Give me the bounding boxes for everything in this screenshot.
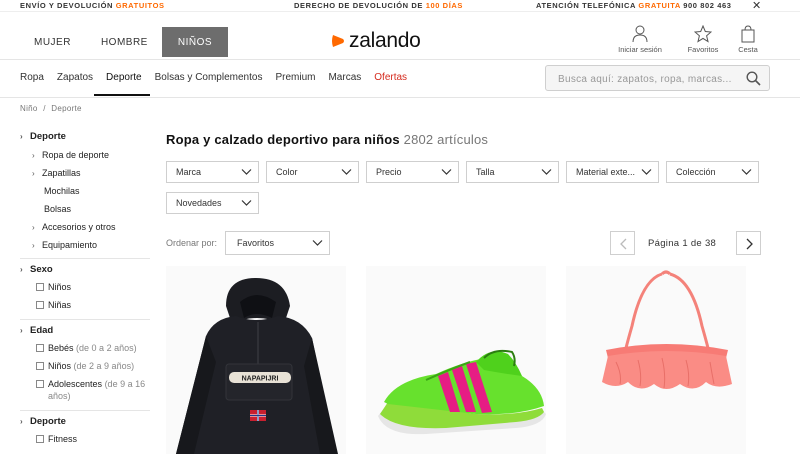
breadcrumb-item-nino[interactable]: Niño <box>20 104 38 113</box>
search-box <box>545 65 770 91</box>
cart-label: Cesta <box>738 45 758 54</box>
breadcrumb: Niño / Deporte <box>20 104 82 113</box>
login-button[interactable]: Iniciar sesión <box>610 25 670 54</box>
nav-item-marcas[interactable]: Marcas <box>328 72 361 83</box>
nav-item-bolsas[interactable]: Bolsas y Complementos <box>155 72 263 83</box>
breadcrumb-separator: / <box>43 104 46 113</box>
filter-novedades[interactable]: Novedades <box>166 192 259 214</box>
checkbox[interactable] <box>36 362 44 370</box>
chevron-down-icon <box>441 169 452 175</box>
page-title: Ropa y calzado deportivo para niños 2802… <box>166 132 489 147</box>
product-card-jacket[interactable]: NAPAPIJRI <box>166 266 346 454</box>
favorites-label: Favoritos <box>687 45 719 54</box>
chevron-down-icon <box>241 200 252 206</box>
search-icon[interactable] <box>746 71 761 86</box>
tab-hombre[interactable]: HOMBRE <box>89 27 160 57</box>
bikini-top-image <box>566 266 746 454</box>
sidebar-checkbox-ninos-edad[interactable]: Niños (de 2 a 9 años) <box>36 361 134 371</box>
prev-page-button[interactable] <box>610 231 635 255</box>
chevron-down-icon <box>341 169 352 175</box>
filter-precio[interactable]: Precio <box>366 161 459 183</box>
sidebar-item-mochilas[interactable]: Mochilas <box>44 186 80 196</box>
promo-returns: DERECHO DE DEVOLUCIÓN DE 100 DÍAS <box>294 1 464 10</box>
sidebar-age-range-cont: años) <box>48 391 71 401</box>
sort-label: Ordenar por: <box>166 238 218 248</box>
star-icon <box>694 25 712 43</box>
nav-item-deporte[interactable]: Deporte <box>94 72 150 96</box>
sidebar-item-accesorios[interactable]: › Accesorios y otros <box>32 222 116 232</box>
checkbox[interactable] <box>36 301 44 309</box>
checkbox[interactable] <box>36 435 44 443</box>
zalando-logo[interactable]: zalando <box>330 29 421 53</box>
promo-phone: ATENCIÓN TELEFÓNICA GRATUITA 900 802 463 <box>536 1 732 10</box>
nav-item-zapatos[interactable]: Zapatos <box>57 72 93 83</box>
chevron-down-icon <box>241 169 252 175</box>
nav-item-ofertas[interactable]: Ofertas <box>374 72 407 83</box>
product-card-bikini-top[interactable] <box>566 266 746 454</box>
tab-ninos[interactable]: NIÑOS <box>161 27 229 57</box>
logo-wordmark: zalando <box>349 29 421 52</box>
logo-icon <box>332 35 344 47</box>
sidebar-divider <box>20 410 150 411</box>
chevron-down-icon <box>541 169 552 175</box>
filter-color[interactable]: Color <box>266 161 359 183</box>
filter-coleccion[interactable]: Colección <box>666 161 759 183</box>
chevron-down-icon <box>741 169 752 175</box>
sidebar-item-zapatillas[interactable]: › Zapatillas <box>32 168 81 178</box>
breadcrumb-item-deporte[interactable]: Deporte <box>51 104 82 113</box>
gender-tabs: MUJER HOMBRE NIÑOS <box>22 27 229 57</box>
sidebar-checkbox-adolescentes[interactable]: Adolescentes (de 9 a 16 <box>36 379 145 389</box>
cart-button[interactable]: Cesta <box>718 25 778 54</box>
header-divider <box>0 59 800 60</box>
page-indicator: Página 1 de 38 <box>648 238 717 249</box>
filter-marca[interactable]: Marca <box>166 161 259 183</box>
jacket-image: NAPAPIJRI <box>166 266 346 454</box>
sidebar-group-deporte-2[interactable]: › Deporte <box>20 416 66 427</box>
checkbox[interactable] <box>36 283 44 291</box>
category-nav: Ropa Zapatos Deporte Bolsas y Complement… <box>20 72 420 96</box>
sidebar-divider <box>20 258 150 259</box>
filter-talla[interactable]: Talla <box>466 161 559 183</box>
sidebar-divider <box>20 319 150 320</box>
bag-icon <box>741 25 755 43</box>
checkbox[interactable] <box>36 344 44 352</box>
sidebar-item-ropa-deporte[interactable]: › Ropa de deporte <box>32 150 109 160</box>
chevron-down-icon <box>312 240 323 246</box>
sidebar-item-equipamiento[interactable]: › Equipamiento <box>32 240 97 250</box>
product-card-football-shoe[interactable] <box>366 266 546 454</box>
nav-divider <box>0 97 800 98</box>
filter-material[interactable]: Material exte... <box>566 161 659 183</box>
tab-mujer[interactable]: MUJER <box>22 27 83 57</box>
chevron-down-icon <box>641 169 652 175</box>
next-page-button[interactable] <box>736 231 761 255</box>
nav-item-ropa[interactable]: Ropa <box>20 72 44 83</box>
chevron-left-icon <box>620 238 627 250</box>
promo-bar: ENVÍO Y DEVOLUCIÓN GRATUITOS DERECHO DE … <box>0 0 800 12</box>
nav-item-premium[interactable]: Premium <box>275 72 315 83</box>
article-count: 2802 artículos <box>403 132 489 147</box>
sidebar-group-deporte[interactable]: › Deporte <box>20 131 66 142</box>
chevron-right-icon <box>746 238 753 250</box>
checkbox[interactable] <box>36 380 44 388</box>
sort-select[interactable]: Favoritos <box>225 231 330 255</box>
login-label: Iniciar sesión <box>618 45 662 54</box>
sidebar-group-edad[interactable]: › Edad <box>20 325 53 336</box>
search-input[interactable] <box>558 71 743 87</box>
sidebar-checkbox-fitness[interactable]: Fitness <box>36 434 77 444</box>
close-icon[interactable]: ✕ <box>752 0 762 12</box>
user-icon <box>632 25 648 43</box>
sidebar-checkbox-bebes[interactable]: Bebés (de 0 a 2 años) <box>36 343 137 353</box>
jacket-brand-patch: NAPAPIJRI <box>242 376 279 383</box>
promo-shipping: ENVÍO Y DEVOLUCIÓN GRATUITOS <box>20 1 165 10</box>
sidebar-checkbox-ninos[interactable]: Niños <box>36 282 71 292</box>
sidebar-group-sexo[interactable]: › Sexo <box>20 264 53 275</box>
football-shoe-image <box>366 266 546 454</box>
sidebar-item-bolsas[interactable]: Bolsas <box>44 204 71 214</box>
sidebar-checkbox-ninas[interactable]: Niñas <box>36 300 71 310</box>
